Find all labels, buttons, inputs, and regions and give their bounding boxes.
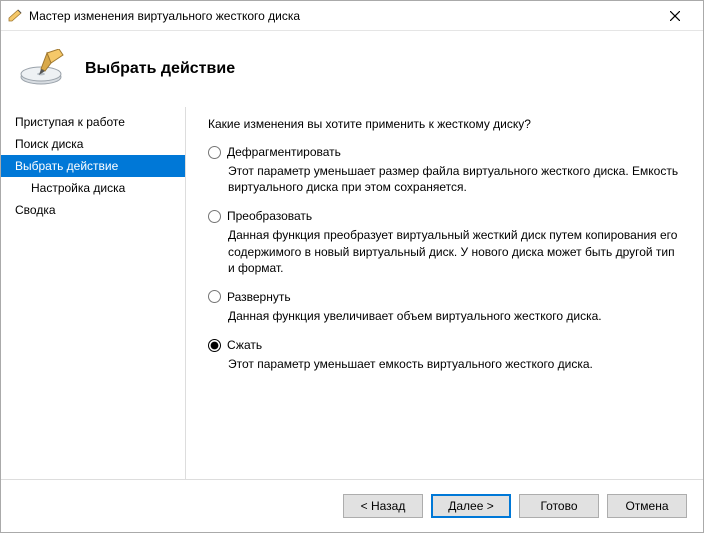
radio-shrink[interactable] <box>208 339 221 352</box>
option-row-convert[interactable]: Преобразовать <box>208 209 681 223</box>
sidebar-step[interactable]: Поиск диска <box>1 133 185 155</box>
option-expand: Развернуть Данная функция увеличивает объ… <box>208 290 681 324</box>
option-description: Данная функция увеличивает объем виртуал… <box>228 308 681 324</box>
option-description: Данная функция преобразует виртуальный ж… <box>228 227 681 276</box>
option-row-defrag[interactable]: Дефрагментировать <box>208 145 681 159</box>
wizard-header: Выбрать действие <box>1 31 703 107</box>
option-label: Преобразовать <box>227 209 312 223</box>
close-button[interactable] <box>655 3 695 29</box>
option-description: Этот параметр уменьшает емкость виртуаль… <box>228 356 681 372</box>
close-icon <box>670 11 680 21</box>
app-icon <box>7 8 23 24</box>
wizard-steps-sidebar: Приступая к работеПоиск дискаВыбрать дей… <box>1 107 186 479</box>
option-label: Дефрагментировать <box>227 145 341 159</box>
content-question: Какие изменения вы хотите применить к же… <box>208 117 681 131</box>
option-row-shrink[interactable]: Сжать <box>208 338 681 352</box>
sidebar-step[interactable]: Сводка <box>1 199 185 221</box>
option-description: Этот параметр уменьшает размер файла вир… <box>228 163 681 195</box>
sidebar-step[interactable]: Приступая к работе <box>1 111 185 133</box>
titlebar: Мастер изменения виртуального жесткого д… <box>1 1 703 31</box>
wizard-content: Какие изменения вы хотите применить к же… <box>186 107 703 479</box>
option-label: Сжать <box>227 338 262 352</box>
finish-button[interactable]: Готово <box>519 494 599 518</box>
option-label: Развернуть <box>227 290 291 304</box>
sidebar-step[interactable]: Настройка диска <box>1 177 185 199</box>
radio-defrag[interactable] <box>208 146 221 159</box>
wizard-body: Приступая к работеПоиск дискаВыбрать дей… <box>1 107 703 479</box>
disk-edit-icon <box>19 49 67 89</box>
option-row-expand[interactable]: Развернуть <box>208 290 681 304</box>
radio-expand[interactable] <box>208 290 221 303</box>
page-title: Выбрать действие <box>85 60 235 78</box>
cancel-button[interactable]: Отмена <box>607 494 687 518</box>
wizard-footer: < Назад Далее > Готово Отмена <box>1 479 703 532</box>
option-convert: Преобразовать Данная функция преобразует … <box>208 209 681 276</box>
window-title: Мастер изменения виртуального жесткого д… <box>29 9 655 23</box>
next-button[interactable]: Далее > <box>431 494 511 518</box>
option-shrink: Сжать Этот параметр уменьшает емкость вир… <box>208 338 681 372</box>
sidebar-step[interactable]: Выбрать действие <box>1 155 185 177</box>
back-button[interactable]: < Назад <box>343 494 423 518</box>
option-defrag: Дефрагментировать Этот параметр уменьшает… <box>208 145 681 195</box>
radio-convert[interactable] <box>208 210 221 223</box>
